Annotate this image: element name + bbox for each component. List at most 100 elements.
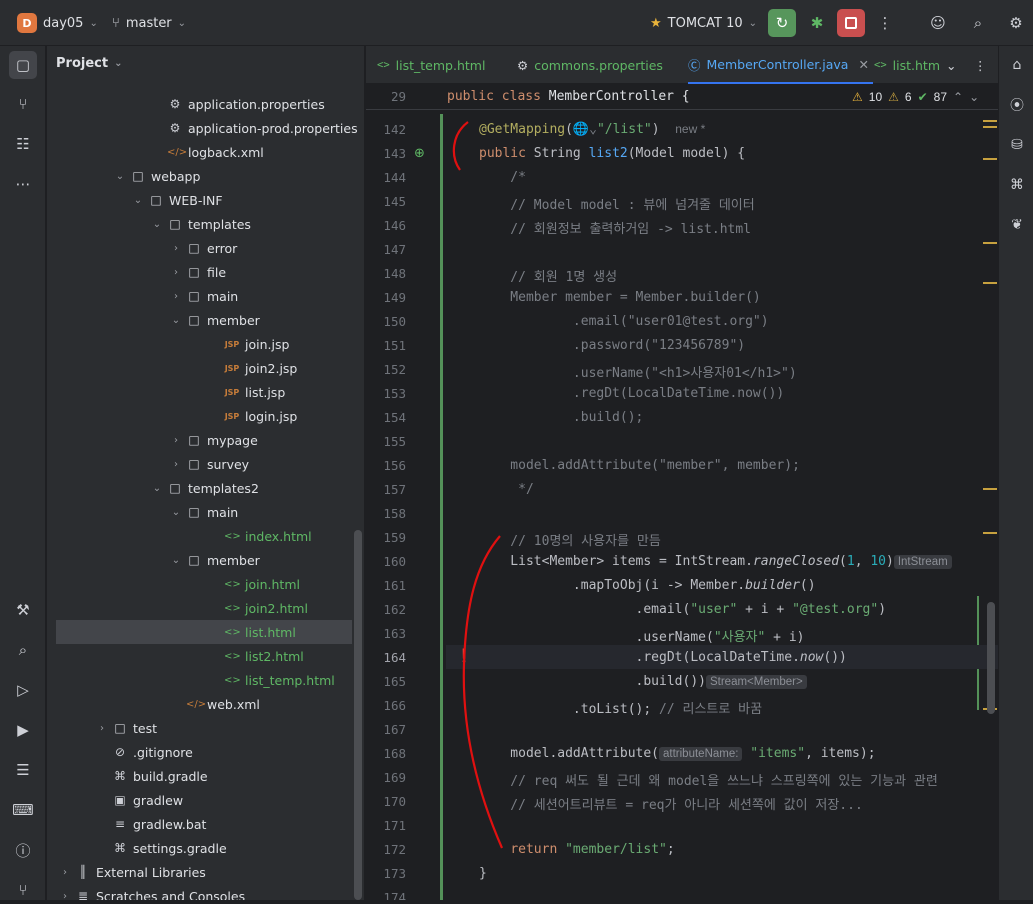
close-icon[interactable]: ✕ [858, 57, 868, 72]
python-button[interactable]: ❦ [1004, 212, 1030, 238]
tree-item[interactable]: › □ file [47, 260, 226, 284]
tree-item[interactable]: ⌄ □ member [47, 308, 260, 332]
tree-item[interactable]: ⌘ settings.gradle [47, 836, 227, 860]
tree-item-label: login.jsp [245, 408, 298, 424]
chevron-right-icon[interactable]: › [60, 891, 70, 901]
search-button[interactable]: ⌕ [964, 9, 992, 37]
gradle-button[interactable]: ⌘ [1004, 172, 1030, 198]
branch-switcher[interactable]: ⑂ master ⌄ [112, 11, 186, 35]
tree-item[interactable]: ⌄ □ member [47, 548, 260, 572]
tree-item[interactable]: ⚙ application-prod.properties [47, 116, 358, 140]
chevron-right-icon[interactable]: › [97, 723, 107, 734]
tree-item[interactable]: JSP join2.jsp [47, 356, 298, 380]
tree-item[interactable]: ⌘ build.gradle [47, 764, 208, 788]
tree-item[interactable]: ≡ gradlew.bat [47, 812, 206, 836]
chevron-right-icon[interactable]: › [171, 267, 181, 278]
tree-item[interactable]: JSP login.jsp [47, 404, 298, 428]
tree-item[interactable]: JSP join.jsp [47, 332, 290, 356]
tree-item-label: join2.html [245, 600, 308, 616]
tab-list-temp-html[interactable]: <> list_temp.html [377, 46, 485, 84]
services-tool-button[interactable]: ▷ [9, 676, 37, 704]
tree-item[interactable]: ⌄ □ WEB-INF [47, 188, 223, 212]
chevron-right-icon[interactable]: › [171, 291, 181, 302]
ai-assistant-button[interactable]: ⦿ [1004, 92, 1030, 118]
tree-item[interactable]: ▣ gradlew [47, 788, 183, 812]
run-tool-button[interactable]: ▶ [9, 716, 37, 744]
tree-item[interactable]: <> join.html [47, 572, 300, 596]
chevron-down-icon[interactable]: ⌄ [152, 483, 162, 494]
folder-icon: □ [188, 241, 200, 255]
tab-options-button[interactable]: ⋮ [974, 46, 987, 84]
tree-item[interactable]: › □ survey [47, 452, 249, 476]
html-icon: <> [874, 59, 887, 71]
project-tool-button[interactable]: ▢ [9, 51, 37, 79]
chevron-down-icon[interactable]: ⌄ [171, 507, 181, 518]
chevron-down-icon[interactable]: ⌄ [152, 219, 162, 230]
tab-member-controller[interactable]: Ⓒ MemberController.java ✕ [688, 46, 873, 84]
chevron-down-icon[interactable]: ⌄ [171, 315, 181, 326]
tree-item[interactable]: JSP list.jsp [47, 380, 286, 404]
gear-icon: ⚙ [1009, 14, 1023, 32]
tree-item[interactable]: ⚙ application.properties [47, 92, 325, 116]
tree-item-label: main [207, 504, 239, 520]
chevron-right-icon[interactable]: › [60, 867, 70, 878]
tree-item[interactable]: › □ main [47, 284, 238, 308]
database-button[interactable]: ⛁ [1004, 132, 1030, 158]
folder-icon: □ [188, 313, 200, 327]
tree-item[interactable]: ⌄ □ templates [47, 212, 251, 236]
tree-item[interactable]: ⌄ □ main [47, 500, 238, 524]
tree-item-label: list2.html [245, 648, 304, 664]
problems-tool-button[interactable]: ⓘ [9, 836, 37, 864]
tree-item-label: web.xml [207, 696, 260, 712]
run-config-selector[interactable]: ★ TOMCAT 10 ⌄ [650, 11, 757, 35]
tab-overflow-button[interactable]: ⌄ [946, 46, 956, 84]
chevron-right-icon[interactable]: › [171, 243, 181, 254]
project-switcher[interactable]: D day05 ⌄ [17, 11, 98, 35]
text-file-icon: ≡ [114, 817, 126, 831]
build-tool-button[interactable]: ⚒ [9, 596, 37, 624]
tree-item[interactable]: › □ mypage [47, 428, 258, 452]
project-scrollbar[interactable] [354, 530, 362, 900]
stop-button[interactable] [837, 9, 865, 37]
tree-item[interactable]: › □ test [47, 716, 157, 740]
tree-item-content: </> web.xml [47, 697, 260, 712]
tab-list-html[interactable]: <> list.htm [874, 46, 940, 84]
tree-item-content: ⚙ application-prod.properties [47, 121, 358, 136]
tree-item[interactable]: </> logback.xml [47, 140, 264, 164]
tree-item[interactable]: ⌄ □ webapp [47, 164, 201, 188]
tree-item[interactable]: ⌄ □ templates2 [47, 476, 259, 500]
tree-item[interactable]: › □ error [47, 236, 237, 260]
tree-item-content: <> join2.html [47, 601, 308, 616]
chevron-right-icon[interactable]: › [171, 435, 181, 446]
commit-tool-button[interactable]: ⑂ [9, 90, 37, 118]
notifications-button[interactable]: ⌂ [1004, 52, 1030, 78]
debug-button[interactable]: ✱ [803, 9, 831, 37]
chevron-down-icon[interactable]: ⌄ [115, 171, 125, 182]
tree-item[interactable]: › ║ External Libraries [47, 860, 206, 884]
tree-item[interactable]: </> web.xml [47, 692, 260, 716]
tree-item[interactable]: ⊘ .gitignore [47, 740, 193, 764]
more-tools-button[interactable]: ⋯ [9, 170, 37, 198]
code-editor[interactable]: 29 public class MemberController { ⚠ 10 ⚠… [366, 84, 998, 900]
settings-button[interactable]: ⚙ [1002, 9, 1030, 37]
structure-tool-button[interactable]: ☷ [9, 130, 37, 158]
add-user-button[interactable]: ☺ [924, 9, 952, 37]
chevron-right-icon[interactable]: › [171, 459, 181, 470]
tree-item[interactable]: <> list2.html [47, 644, 304, 668]
tree-item[interactable]: <> join2.html [47, 596, 308, 620]
layers-tool-button[interactable]: ☰ [9, 756, 37, 784]
find-tool-button[interactable]: ⌕ [9, 636, 37, 664]
tree-item[interactable]: › ≣ Scratches and Consoles [47, 884, 245, 901]
rerun-button[interactable]: ↻ [768, 9, 796, 37]
terminal-tool-button[interactable]: ⌨ [9, 796, 37, 824]
tab-commons-properties[interactable]: ⚙ commons.properties [517, 46, 663, 84]
chevron-down-icon[interactable]: ⌄ [171, 555, 181, 566]
tree-item[interactable]: <> list.html [56, 620, 352, 644]
tree-item-label: webapp [151, 168, 201, 184]
chevron-down-icon[interactable]: ⌄ [133, 195, 143, 206]
tree-item[interactable]: <> list_temp.html [47, 668, 335, 692]
hammer-icon: ⚒ [16, 601, 30, 619]
project-panel-header[interactable]: Project ⌄ [56, 56, 122, 71]
more-actions-button[interactable]: ⋮ [871, 9, 899, 37]
tree-item[interactable]: <> index.html [47, 524, 312, 548]
